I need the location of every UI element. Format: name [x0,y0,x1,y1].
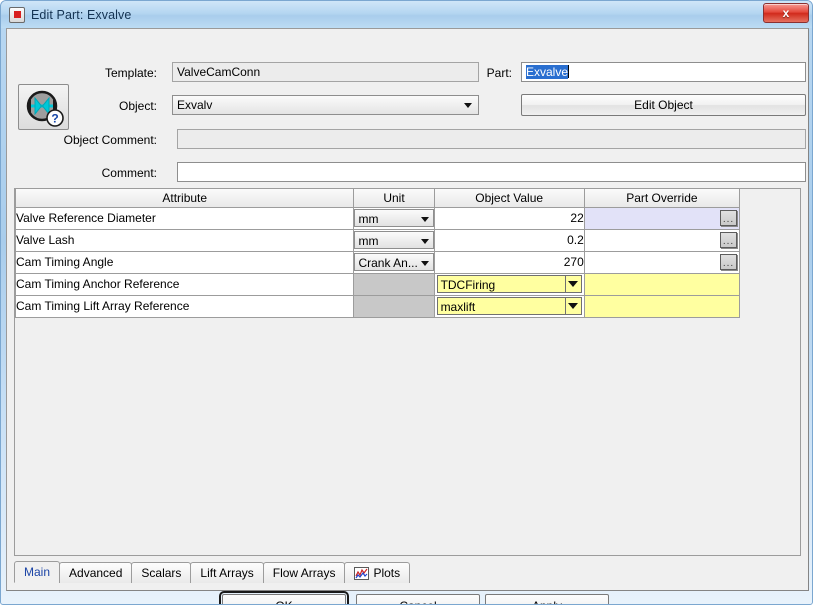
ellipsis-button[interactable]: ... [720,209,737,226]
attributes-grid: Attribute Unit Object Value Part Overrid… [15,189,741,318]
column-header-unit[interactable]: Unit [353,189,435,208]
table-row: Valve Lash mm 0.2... [15,228,741,252]
title-bar: Edit Part: Exvalve x [1,1,812,28]
object-value-combobox-value: TDCFiring [440,278,496,292]
cell-unit[interactable]: mm [353,228,435,252]
object-value-combobox[interactable]: maxlift [436,297,582,315]
table-row: Cam Timing Angle Crank An... 270... [15,250,741,274]
table-row: Valve Reference Diameter mm 22... [15,206,741,230]
object-value-combobox[interactable]: TDCFiring [436,275,582,293]
cell-object-value[interactable]: 0.2 [433,228,585,252]
cell-attribute[interactable]: Cam Timing Anchor Reference [15,272,355,296]
cell-unit [353,272,435,296]
edit-object-button[interactable]: Edit Object [521,94,806,116]
comment-field[interactable] [177,162,806,182]
cell-object-value[interactable]: 270 [433,250,585,274]
table-row: Cam Timing Anchor Reference TDCFiring [15,272,741,296]
chevron-down-icon [420,261,429,266]
part-input-value: Exvalve [526,65,569,79]
table-row: Cam Timing Lift Array Reference maxlift [15,294,741,318]
column-header-object-value[interactable]: Object Value [433,189,585,208]
chevron-down-icon [420,239,429,244]
template-field: ValveCamConn [172,62,479,82]
client-area: ? Template: ValveCamConn Object: Exvalv … [6,28,809,604]
ellipsis-button[interactable]: ... [720,253,737,270]
cell-unit [353,294,435,318]
tab-label: Lift Arrays [200,566,254,580]
column-header-attribute[interactable]: Attribute [15,189,355,208]
template-label: Template: [104,66,157,80]
object-comment-label: Object Comment: [63,133,157,147]
comment-label: Comment: [101,166,157,180]
cell-unit[interactable]: Crank An... [353,250,435,274]
tab-flow-arrays[interactable]: Flow Arrays [262,562,346,583]
unit-combobox[interactable]: mm [354,209,434,227]
cell-attribute[interactable]: Valve Reference Diameter [15,206,355,230]
cell-part-override[interactable]: ... [583,228,741,252]
tab-plots[interactable]: Plots [344,562,411,583]
text-caret [568,65,570,78]
unit-combobox[interactable]: mm [354,231,434,249]
cell-object-value[interactable]: maxlift [433,294,585,318]
edit-part-window: Edit Part: Exvalve x ? Template: ValveCa… [0,0,813,605]
cell-part-override[interactable] [583,294,741,318]
app-icon [9,6,25,23]
chevron-down-icon [464,103,472,108]
cell-part-override[interactable]: ... [583,250,741,274]
tab-main[interactable]: Main [14,561,61,583]
part-input[interactable]: Exvalve [521,62,806,82]
table-header-row: Attribute Unit Object Value Part Overrid… [15,189,741,208]
object-value-combobox-value: maxlift [440,300,476,314]
unit-combobox-value: mm [358,212,379,226]
ok-button[interactable]: OK [219,591,349,604]
object-combobox-value: Exvalv [177,98,213,112]
cancel-button[interactable]: Cancel [356,594,480,604]
window-title: Edit Part: Exvalve [31,7,132,22]
close-button[interactable]: x [763,3,809,23]
tab-lift-arrays[interactable]: Lift Arrays [190,562,264,583]
dialog-button-row: OK Cancel Apply [7,589,808,604]
table-body: Valve Reference Diameter mm 22... Valve Las… [15,206,741,318]
plot-chart-icon [354,566,370,580]
apply-button[interactable]: Apply [485,594,609,604]
unit-combobox[interactable]: Crank An... [354,253,434,271]
object-label: Object: [118,99,157,113]
tab-scalars[interactable]: Scalars [131,562,192,583]
attributes-table: Attribute Unit Object Value Part Overrid… [14,188,801,556]
tab-label: Plots [373,566,401,580]
tab-label: Main [24,565,51,579]
cell-object-value[interactable]: 22 [433,206,585,230]
chevron-down-icon[interactable] [564,298,581,314]
header-form: ? Template: ValveCamConn Object: Exvalv … [7,29,808,182]
cell-unit[interactable]: mm [353,206,435,230]
cell-attribute[interactable]: Valve Lash [15,228,355,252]
chevron-down-icon[interactable] [564,276,581,292]
part-label: Part: [486,66,512,80]
cell-attribute[interactable]: Cam Timing Lift Array Reference [15,294,355,318]
cell-part-override[interactable]: ... [583,206,741,230]
object-comment-field [177,129,806,149]
cell-part-override[interactable] [583,272,741,296]
cell-attribute[interactable]: Cam Timing Angle [15,250,355,274]
tab-advanced[interactable]: Advanced [59,562,133,583]
unit-combobox-value: Crank An... [358,256,418,270]
tab-bar: Main Advanced Scalars Lift Arrays Flow Array… [14,561,411,583]
tab-label: Advanced [69,566,123,580]
svg-text:?: ? [51,112,58,126]
ellipsis-button[interactable]: ... [720,231,737,248]
column-header-part-override[interactable]: Part Override [583,189,741,208]
chevron-down-icon [420,217,429,222]
tab-label: Flow Arrays [272,566,336,580]
object-combobox[interactable]: Exvalv [172,95,479,115]
tab-label: Scalars [141,566,182,580]
cell-object-value[interactable]: TDCFiring [433,272,585,296]
unit-combobox-value: mm [358,234,379,248]
